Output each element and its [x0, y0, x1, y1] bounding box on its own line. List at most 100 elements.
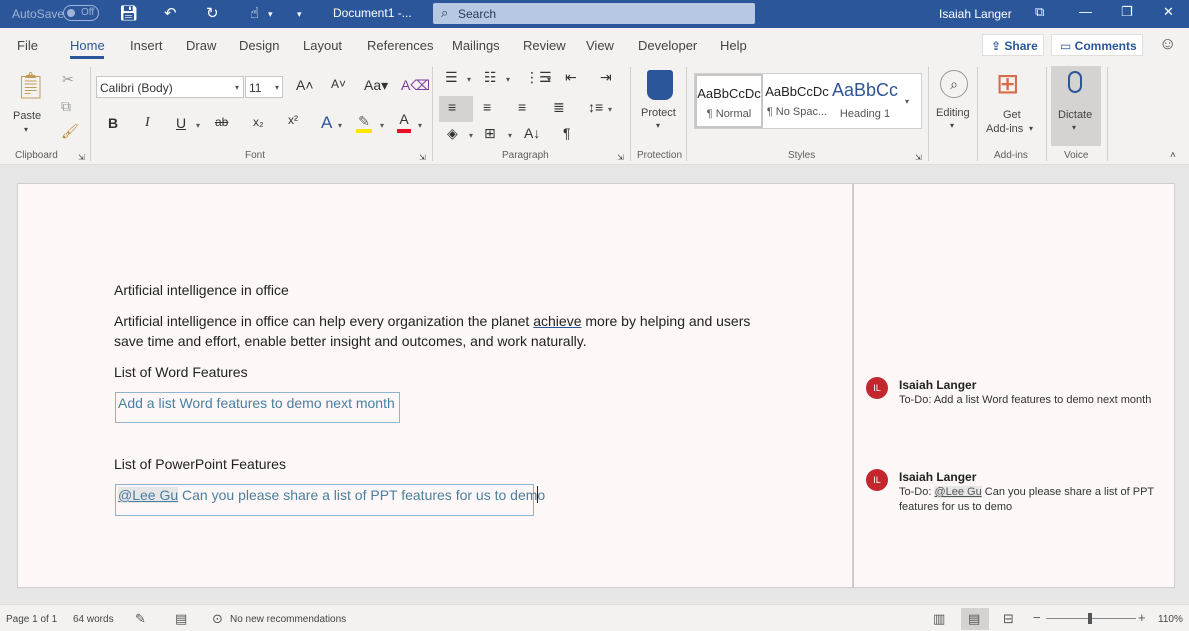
customize-toolbar-icon[interactable]: ▾	[297, 9, 302, 20]
show-formatting-icon[interactable]: ¶	[563, 125, 571, 141]
touch-mode-icon[interactable]: ☝	[250, 4, 259, 22]
tab-home[interactable]: Home	[70, 38, 105, 53]
chevron-down-icon[interactable]: ▾	[235, 83, 239, 92]
editor-suggestion-word[interactable]: achieve	[533, 313, 581, 329]
font-name-field[interactable]: Calibri (Body)	[96, 76, 244, 98]
zoom-level[interactable]: 110%	[1158, 614, 1183, 625]
chevron-down-icon[interactable]: ▾	[275, 83, 279, 92]
chevron-down-icon[interactable]: ▾	[268, 9, 273, 20]
shrink-font-icon[interactable]: A˅	[331, 77, 346, 91]
tab-insert[interactable]: Insert	[130, 38, 163, 53]
chevron-down-icon[interactable]: ▾	[608, 105, 612, 114]
close-icon[interactable]: ✕	[1163, 4, 1174, 20]
feedback-icon[interactable]: ☺	[1159, 34, 1176, 54]
restore-icon[interactable]: ❐	[1121, 4, 1133, 20]
chevron-down-icon[interactable]: ▾	[469, 131, 473, 140]
add-ins-icon[interactable]: ⊞	[996, 67, 1019, 100]
get-addins-label-1[interactable]: Get	[1003, 108, 1021, 122]
text-effects-icon[interactable]: A	[321, 113, 332, 133]
bold-icon[interactable]: B	[108, 115, 118, 131]
share-button[interactable]: ⇪ Share	[982, 34, 1044, 56]
chevron-down-icon[interactable]: ▾	[380, 121, 384, 130]
paste-icon[interactable]: 📋︎	[14, 70, 47, 101]
web-layout-icon[interactable]: ⊟	[1003, 611, 1014, 627]
document-title[interactable]: Document1 -...	[333, 6, 412, 20]
page-count[interactable]: Page 1 of 1	[6, 614, 57, 625]
cut-icon[interactable]: ✂	[62, 71, 74, 88]
list-ppt-heading[interactable]: List of PowerPoint Features	[114, 454, 286, 474]
grow-font-icon[interactable]: A˄	[296, 77, 314, 93]
style-heading-1[interactable]: AaBbCc Heading 1	[831, 74, 899, 128]
zoom-slider-thumb[interactable]	[1088, 613, 1092, 624]
user-name[interactable]: Isaiah Langer	[939, 7, 1012, 21]
sort-icon[interactable]: A↓	[524, 125, 540, 141]
chevron-down-icon[interactable]: ▾	[656, 119, 660, 133]
increase-indent-icon[interactable]: ⇥	[600, 69, 612, 86]
dialog-launcher-icon[interactable]: ⇲	[419, 151, 426, 165]
undo-icon[interactable]: ↶	[164, 4, 177, 22]
list-word-heading[interactable]: List of Word Features	[114, 362, 248, 382]
style-no-spacing[interactable]: AaBbCcDc ¶ No Spac...	[763, 74, 831, 128]
dialog-launcher-icon[interactable]: ⇲	[78, 151, 85, 165]
align-right-icon[interactable]: ≡	[518, 99, 526, 115]
recommendations-status[interactable]: No new recommendations	[230, 614, 346, 625]
document-page[interactable]	[17, 183, 853, 588]
chevron-down-icon[interactable]: ▾	[338, 121, 342, 130]
strikethrough-icon[interactable]: ab	[215, 115, 228, 129]
change-case-icon[interactable]: Aa▾	[364, 77, 388, 94]
font-color-icon[interactable]: A	[397, 111, 411, 133]
protect-icon[interactable]	[647, 70, 673, 100]
recommendations-icon[interactable]: ⊙	[212, 611, 223, 627]
decrease-indent-icon[interactable]: ⇤	[565, 69, 577, 86]
redo-icon[interactable]: ↻	[206, 4, 219, 22]
borders-icon[interactable]: ⊞	[484, 125, 496, 142]
styles-more-icon[interactable]: ▾	[905, 97, 909, 106]
proofing-icon[interactable]: ✎	[135, 611, 146, 627]
tab-review[interactable]: Review	[523, 38, 566, 53]
tab-mailings[interactable]: Mailings	[452, 38, 500, 53]
paragraph-line-2[interactable]: save time and effort, enable better insi…	[114, 331, 587, 351]
justify-icon[interactable]: ≣	[553, 99, 565, 116]
comment-text[interactable]: To-Do: @Lee Gu Can you please share a li…	[899, 485, 1167, 515]
chevron-down-icon[interactable]: ▾	[950, 119, 954, 133]
tab-design[interactable]: Design	[239, 38, 279, 53]
dialog-launcher-icon[interactable]: ⇲	[617, 151, 624, 165]
tab-file[interactable]: File	[17, 38, 38, 53]
tab-layout[interactable]: Layout	[303, 38, 342, 53]
subscript-icon[interactable]: x₂	[253, 115, 264, 129]
numbering-icon[interactable]: ☷	[484, 69, 497, 86]
mention-link[interactable]: @Lee Gu	[118, 487, 179, 503]
tab-help[interactable]: Help	[720, 38, 747, 53]
italic-icon[interactable]: I	[145, 115, 150, 131]
chevron-down-icon[interactable]: ▾	[196, 121, 200, 130]
align-left-icon[interactable]: ≡	[448, 99, 456, 115]
tab-developer[interactable]: Developer	[638, 38, 697, 53]
underline-icon[interactable]: U	[176, 115, 186, 131]
zoom-out-icon[interactable]: −	[1033, 610, 1041, 625]
heading-text[interactable]: Artificial intelligence in office	[114, 280, 289, 300]
chevron-down-icon[interactable]: ▾	[508, 131, 512, 140]
paste-label[interactable]: Paste	[13, 109, 41, 123]
ribbon-display-icon[interactable]: ⧉	[1035, 4, 1044, 20]
shading-icon[interactable]: ◈	[447, 125, 458, 142]
clear-formatting-icon[interactable]: A⌫	[401, 77, 430, 94]
chevron-down-icon[interactable]: ▾	[1072, 121, 1076, 135]
word-count[interactable]: 64 words	[73, 614, 114, 625]
chevron-down-icon[interactable]: ▾	[24, 123, 28, 137]
copy-icon[interactable]: ⧉	[61, 98, 71, 115]
chevron-down-icon[interactable]: ▾	[418, 121, 422, 130]
read-mode-icon[interactable]: ▥	[933, 611, 945, 627]
collapse-ribbon-icon[interactable]: ˄	[1170, 149, 1176, 163]
mention-link[interactable]: @Lee Gu	[934, 486, 982, 498]
paragraph-line-1[interactable]: Artificial intelligence in office can he…	[114, 311, 750, 331]
bullets-icon[interactable]: ☰	[445, 69, 458, 86]
search-input[interactable]: ⌕ Search	[433, 3, 755, 24]
style-normal[interactable]: AaBbCcDc ¶ Normal	[695, 74, 763, 128]
tab-references[interactable]: References	[367, 38, 433, 53]
save-icon[interactable]: 💾︎	[119, 4, 138, 22]
macro-icon[interactable]: ▤	[175, 611, 187, 627]
editing-label[interactable]: Editing	[936, 106, 970, 120]
print-layout-icon[interactable]: ▤	[968, 611, 980, 627]
chevron-down-icon[interactable]: ▾	[547, 75, 551, 84]
minimize-icon[interactable]: —	[1079, 4, 1092, 19]
